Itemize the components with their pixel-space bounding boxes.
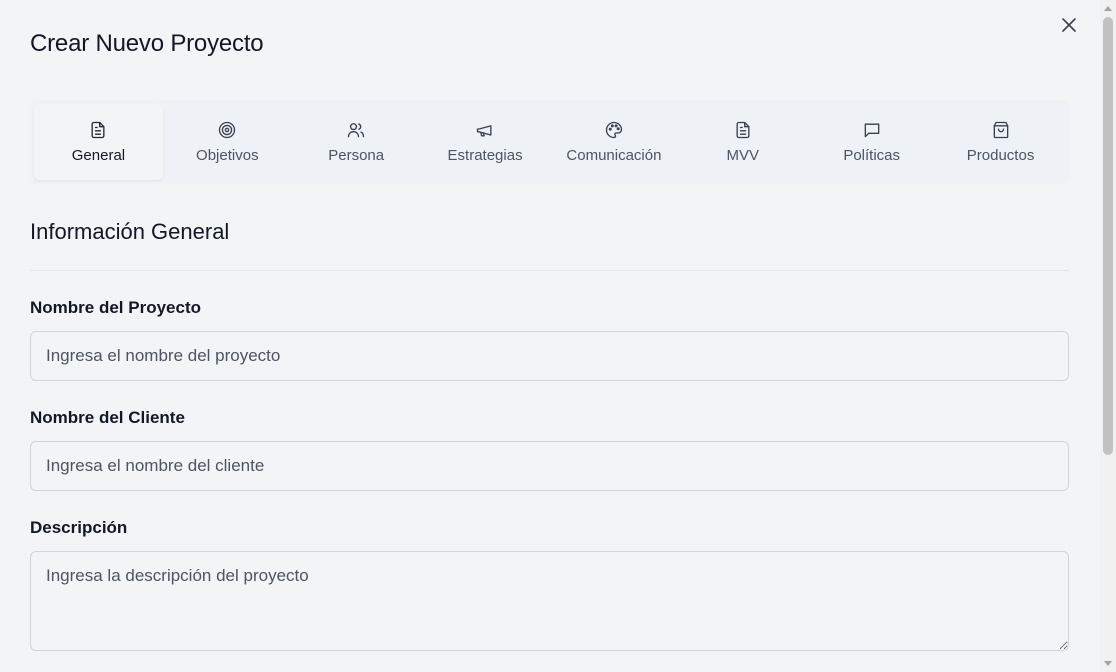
close-icon <box>1062 18 1076 32</box>
close-button[interactable] <box>1058 14 1080 36</box>
tab-label: General <box>71 147 126 164</box>
target-icon <box>219 121 236 139</box>
tab-mvv[interactable]: MVV <box>678 104 807 180</box>
tab-productos[interactable]: Productos <box>936 104 1065 180</box>
tab-estrategias[interactable]: Estrategias <box>421 104 550 180</box>
caret-down-icon <box>1104 661 1112 666</box>
caret-up-icon <box>1104 6 1112 11</box>
tab-comunicacion[interactable]: Comunicación <box>550 104 679 180</box>
megaphone-icon <box>476 125 492 137</box>
description-textarea[interactable] <box>30 551 1069 651</box>
tab-label: Productos <box>966 147 1035 164</box>
scrollbar-thumb[interactable] <box>1103 17 1113 455</box>
document-icon <box>91 121 105 139</box>
project-name-input[interactable] <box>30 331 1069 381</box>
tab-objetivos[interactable]: Objetivos <box>163 104 292 180</box>
tab-label: MVV <box>726 147 760 164</box>
divider <box>30 270 1069 271</box>
tab-persona[interactable]: Persona <box>292 104 421 180</box>
scroll-up-button[interactable] <box>1100 0 1116 16</box>
tab-list: General Objetivos Persona Estrategias Co… <box>30 100 1069 184</box>
client-name-input[interactable] <box>30 441 1069 491</box>
tab-general[interactable]: General <box>34 104 163 180</box>
tab-label: Estrategias <box>447 147 523 164</box>
create-project-dialog: Crear Nuevo Proyecto General Objetivos P… <box>0 0 1100 672</box>
tab-label: Objetivos <box>196 147 259 164</box>
users-icon <box>348 123 365 138</box>
vertical-scrollbar[interactable] <box>1100 0 1116 672</box>
document-icon <box>736 121 750 139</box>
client-name-label: Nombre del Cliente <box>30 408 185 427</box>
tab-label: Comunicación <box>566 147 662 164</box>
palette-icon <box>605 121 623 139</box>
description-label: Descripción <box>30 518 128 537</box>
section-title: Información General <box>30 219 230 244</box>
tab-politicas[interactable]: Políticas <box>807 104 936 180</box>
shopping-bag-icon <box>993 121 1008 139</box>
scroll-down-button[interactable] <box>1100 656 1116 672</box>
dialog-title: Crear Nuevo Proyecto <box>30 30 264 57</box>
project-name-label: Nombre del Proyecto <box>30 298 201 317</box>
tab-label: Persona <box>328 147 385 164</box>
message-icon <box>864 123 880 138</box>
tab-label: Políticas <box>843 147 901 164</box>
